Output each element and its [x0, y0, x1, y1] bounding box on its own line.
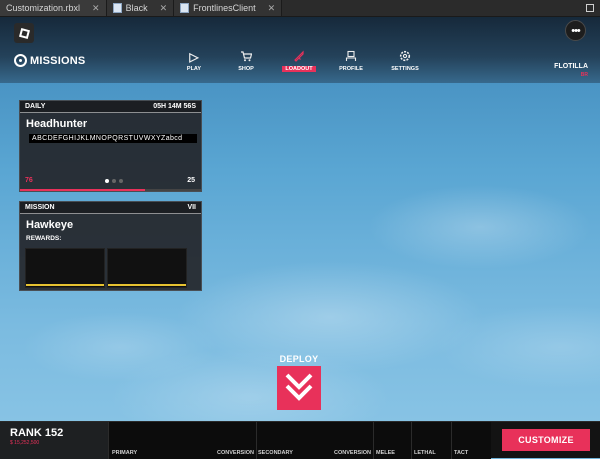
reward-rarity-line [108, 284, 186, 286]
weapon-icon [279, 50, 319, 64]
slot-melee[interactable]: MELEE [373, 422, 411, 459]
nav-loadout-label: LOADOUT [282, 66, 316, 72]
play-icon: ▷ [189, 50, 199, 64]
close-icon[interactable]: ✕ [268, 3, 276, 14]
slot-lethal-label: LETHAL [414, 450, 436, 456]
mission-header-label: MISSION [25, 204, 55, 211]
tab-spacer [282, 0, 580, 16]
mission-body: Hawkeye REWARDS: [20, 214, 201, 246]
player-name-label: FLOTILLA [554, 63, 588, 70]
slot-primary[interactable]: PRIMARY CONVERSION [108, 422, 256, 459]
reward-list [25, 248, 187, 288]
page-dot[interactable] [105, 179, 109, 183]
daily-footer: 76 25 [25, 177, 195, 184]
rewards-label: REWARDS: [26, 235, 62, 242]
nav-play-label: PLAY [186, 66, 202, 72]
daily-header: DAILY 05H 14M 56S [20, 101, 201, 113]
slot-primary-label: PRIMARY [112, 450, 138, 456]
daily-target: 25 [187, 177, 195, 184]
slot-conversion-label: CONVERSION [334, 450, 371, 456]
nav-shop[interactable]: SHOP [226, 50, 266, 72]
restore-window-button[interactable] [580, 0, 600, 16]
roblox-logo-icon [18, 27, 30, 39]
nav-profile-label: PROFILE [339, 66, 363, 72]
daily-progress-bar [20, 189, 201, 191]
deploy-label: DEPLOY [279, 354, 319, 364]
slot-tactical-label: TACT [454, 450, 469, 456]
nav-shop-label: SHOP [238, 66, 254, 72]
tab-customization[interactable]: Customization.rbxl ✕ [0, 0, 107, 16]
daily-page-dots [105, 179, 123, 183]
daily-progress: 76 [25, 177, 33, 184]
slot-conversion-label: CONVERSION [217, 450, 254, 456]
tab-frontlines-client[interactable]: FrontlinesClient ✕ [174, 0, 283, 16]
loadout-bar: RANK 152 $ 15,252,500 PRIMARY CONVERSION… [0, 421, 600, 459]
daily-challenge-panel[interactable]: DAILY 05H 14M 56S Headhunter ABCDEFGHIJK… [19, 100, 202, 192]
tab-black[interactable]: Black ✕ [106, 0, 175, 16]
script-icon [180, 3, 190, 13]
deploy-button[interactable] [277, 366, 321, 410]
customize-button[interactable]: CUSTOMIZE [502, 429, 590, 451]
player-subtitle: BR [580, 72, 588, 78]
nav-settings[interactable]: SETTINGS [385, 50, 425, 72]
rank-label: RANK 152 [10, 427, 64, 439]
player-name: FLOTILLA BR [554, 63, 588, 79]
slot-secondary[interactable]: SECONDARY CONVERSION [256, 422, 373, 459]
restore-icon [586, 4, 594, 12]
page-dot[interactable] [112, 179, 116, 183]
mission-panel[interactable]: MISSION VII Hawkeye REWARDS: [19, 201, 202, 291]
tab-label: Black [125, 3, 148, 13]
top-navigation: ••• MISSIONS ▷ PLAY SHOP LOADOUT PROFILE… [0, 17, 600, 83]
roblox-menu-button[interactable] [14, 23, 34, 43]
missions-brand[interactable]: MISSIONS [14, 54, 85, 67]
nav-settings-label: SETTINGS [391, 66, 419, 72]
target-icon [14, 54, 27, 67]
slot-secondary-label: SECONDARY [258, 450, 293, 456]
mission-title: Hawkeye [26, 219, 74, 231]
page-dot[interactable] [119, 179, 123, 183]
studio-tab-bar: Customization.rbxl ✕ Black ✕ FrontlinesC… [0, 0, 600, 17]
deploy-chevron-icon [285, 373, 313, 401]
ellipsis-icon[interactable]: ••• [565, 20, 586, 41]
tab-label: FrontlinesClient [193, 3, 256, 13]
profile-icon [331, 50, 371, 64]
nav-loadout[interactable]: LOADOUT [279, 50, 319, 72]
daily-title: Headhunter [26, 118, 88, 130]
slot-tactical[interactable]: TACT [451, 422, 491, 459]
reward-rarity-line [26, 284, 104, 286]
slot-lethal[interactable]: LETHAL [411, 422, 451, 459]
daily-progress-fill [20, 189, 145, 191]
cart-icon [226, 50, 266, 64]
gear-icon [385, 50, 425, 64]
daily-description: ABCDEFGHIJKLMNOPQRSTUVWXYZabcd [29, 134, 197, 143]
script-icon [112, 3, 122, 13]
rank-box: RANK 152 $ 15,252,500 [0, 422, 108, 459]
close-icon[interactable]: ✕ [160, 3, 168, 14]
mission-level: VII [187, 204, 196, 211]
slot-melee-label: MELEE [376, 450, 395, 456]
tab-label: Customization.rbxl [6, 3, 81, 13]
brand-label: MISSIONS [30, 54, 86, 67]
reward-slot[interactable] [25, 248, 105, 288]
money-label: $ 15,252,500 [10, 440, 40, 446]
daily-header-label: DAILY [25, 103, 46, 110]
nav-profile[interactable]: PROFILE [331, 50, 371, 72]
mission-header: MISSION VII [20, 202, 201, 214]
nav-play[interactable]: ▷ PLAY [174, 50, 214, 72]
daily-body: Headhunter ABCDEFGHIJKLMNOPQRSTUVWXYZabc… [20, 113, 201, 152]
reward-slot[interactable] [107, 248, 187, 288]
close-icon[interactable]: ✕ [92, 3, 100, 14]
daily-timer: 05H 14M 56S [153, 103, 196, 110]
